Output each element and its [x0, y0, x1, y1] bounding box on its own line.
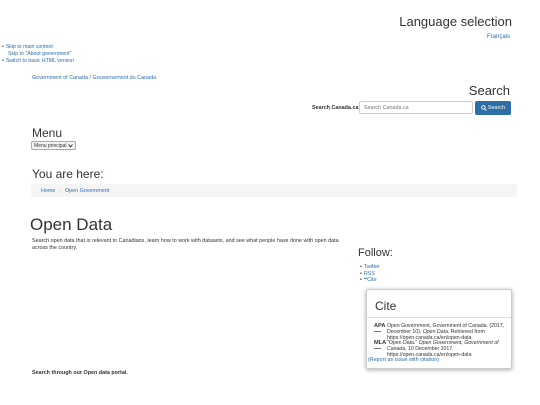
report-citation-issue-link[interactable]: (Report an issue with citation)	[368, 357, 439, 363]
follow-item-cite[interactable]: ❝Cite	[360, 277, 380, 284]
chevron-down-icon	[67, 143, 73, 148]
language-selection-heading: Language selection	[399, 14, 512, 29]
cite-mla-part1: "Open Data."	[387, 340, 419, 346]
search-label: Search Canada.ca	[312, 105, 359, 111]
breadcrumb-heading: You are here:	[32, 167, 104, 181]
cite-mla-label: MLA	[374, 340, 387, 346]
breadcrumb: Home / Open Government	[31, 184, 517, 197]
skip-links: Skip to main content Skip to "About gove…	[2, 44, 74, 65]
search-button-label: Search	[487, 105, 505, 111]
breadcrumb-open-government[interactable]: Open Government	[65, 188, 109, 194]
search-icon	[481, 105, 487, 111]
cite-link[interactable]: ❝Cite	[364, 277, 377, 283]
copy-icon[interactable]	[374, 331, 381, 334]
cite-popup: Cite APA Open Government, Government of …	[366, 289, 512, 369]
cite-link-label: Cite	[367, 277, 377, 284]
search-input[interactable]	[359, 101, 473, 114]
twitter-link[interactable]: Twitter	[364, 264, 380, 270]
breadcrumb-separator: /	[59, 187, 61, 194]
language-toggle-link[interactable]: Français	[487, 34, 510, 40]
skip-link-basic-html-text[interactable]: Switch to basic HTML version	[6, 58, 74, 64]
cite-divider	[367, 317, 511, 318]
follow-item-twitter[interactable]: Twitter	[360, 264, 380, 271]
cite-mla-row: MLA "Open Data." Open Government, Govern…	[374, 340, 511, 359]
cite-heading: Cite	[375, 299, 397, 313]
rss-link[interactable]: RSS	[364, 271, 375, 277]
follow-heading: Follow:	[358, 247, 393, 259]
skip-link-about-text[interactable]: Skip to "About government"	[8, 51, 71, 57]
skip-link-basic-html[interactable]: Switch to basic HTML version	[2, 58, 74, 65]
cite-apa-label: APA	[374, 323, 386, 329]
skip-link-main-text[interactable]: Skip to main content	[6, 44, 53, 50]
cite-mla-text: "Open Data." Open Government, Government…	[387, 340, 511, 359]
skip-link-main[interactable]: Skip to main content	[2, 44, 74, 51]
follow-list: Twitter RSS ❝Cite	[360, 264, 380, 284]
copy-icon[interactable]	[374, 348, 381, 351]
menu-heading: Menu	[32, 126, 63, 140]
page-title: Open Data	[30, 215, 113, 234]
portal-text: Search through our Open data portal.	[32, 370, 128, 376]
cite-mla-label-group: MLA	[374, 340, 387, 359]
search-button[interactable]: Search	[475, 101, 511, 115]
breadcrumb-home[interactable]: Home	[41, 188, 55, 194]
skip-link-about[interactable]: Skip to "About government"	[2, 51, 74, 58]
main-menu-button-label: Menu principal	[34, 142, 67, 149]
cite-apa-text: Open Government, Government of Canada. (…	[387, 323, 511, 342]
cite-apa-label-group: APA	[374, 323, 385, 342]
cite-apa-italic: Open Data	[422, 329, 448, 336]
cite-apa-row: APA Open Government, Government of Canad…	[374, 323, 511, 342]
intro-text: Search open data that is relevant to Can…	[32, 238, 339, 252]
main-menu-button[interactable]: Menu principal	[31, 141, 76, 150]
goc-link[interactable]: Government of Canada / Gouvernement du C…	[32, 75, 156, 81]
follow-item-rss[interactable]: RSS	[360, 271, 380, 278]
search-heading: Search	[468, 83, 510, 98]
